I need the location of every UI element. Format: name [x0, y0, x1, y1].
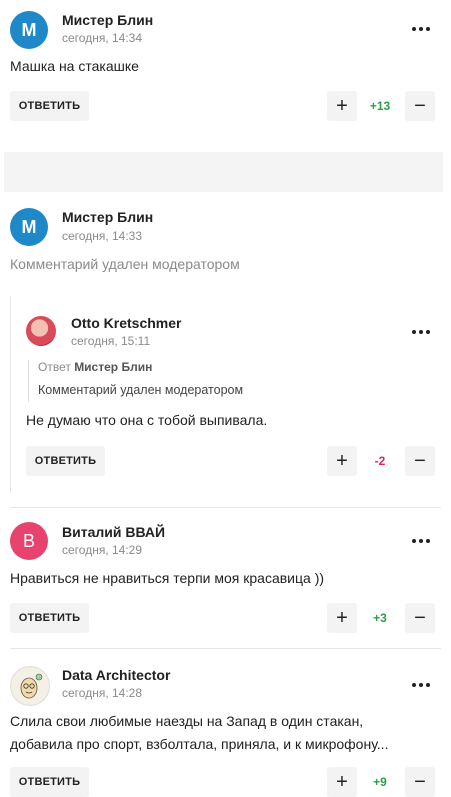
author-name[interactable]: Data Architector — [62, 667, 170, 683]
minus-icon[interactable]: − — [405, 767, 435, 797]
divider — [10, 507, 441, 508]
ad-placeholder — [4, 152, 443, 192]
reply-button[interactable]: ОТВЕТИТЬ — [10, 603, 89, 633]
reply-button[interactable]: ОТВЕТИТЬ — [26, 446, 105, 476]
timestamp: сегодня, 14:33 — [62, 229, 143, 243]
more-dots-icon[interactable] — [412, 26, 430, 32]
avatar[interactable]: M — [10, 208, 48, 246]
author-name[interactable]: Мистер Блин — [62, 12, 153, 28]
more-dots-icon[interactable] — [412, 329, 430, 335]
vote-score: +3 — [373, 611, 387, 625]
plus-icon[interactable]: + — [327, 603, 357, 633]
cartoon-avatar[interactable] — [10, 666, 50, 706]
vote-score: -2 — [374, 454, 386, 468]
vote-score: +9 — [373, 775, 387, 789]
quote-author[interactable]: Ответ Мистер Блин — [38, 360, 152, 374]
reply-button[interactable]: ОТВЕТИТЬ — [10, 91, 89, 121]
timestamp: сегодня, 14:34 — [62, 31, 143, 45]
plus-icon[interactable]: + — [327, 767, 357, 797]
avatar[interactable]: B — [10, 522, 48, 560]
minus-icon[interactable]: − — [405, 91, 435, 121]
timestamp: сегодня, 14:29 — [62, 543, 143, 557]
minus-icon[interactable]: − — [405, 603, 435, 633]
timestamp: сегодня, 15:11 — [71, 334, 151, 348]
more-dots-icon[interactable] — [412, 682, 430, 688]
reply-button[interactable]: ОТВЕТИТЬ — [10, 767, 89, 797]
comment-text: Нравиться не нравиться терпи моя красави… — [10, 570, 325, 586]
comment-text: Комментарий удален модератором — [10, 256, 240, 272]
more-dots-icon[interactable] — [412, 538, 430, 544]
comment-text-line-2: добавила про спорт, взболтала, приняла, … — [10, 736, 389, 752]
quote-bar — [28, 360, 29, 402]
thread-line — [10, 296, 11, 493]
comment-text: Машка на стакашке — [10, 58, 139, 74]
minus-icon[interactable]: − — [405, 446, 435, 476]
plus-icon[interactable]: + — [327, 446, 357, 476]
quote-text: Комментарий удален модератором — [38, 383, 244, 397]
timestamp: сегодня, 14:28 — [62, 686, 143, 700]
divider — [10, 648, 441, 649]
comment-text: Не думаю что она с тобой выпивала. — [26, 412, 268, 428]
plus-icon[interactable]: + — [327, 91, 357, 121]
avatar[interactable]: M — [10, 11, 48, 49]
author-name[interactable]: Виталий ВВАЙ — [62, 524, 165, 540]
cartoon-face-icon — [20, 673, 43, 699]
author-name[interactable]: Otto Kretschmer — [71, 315, 181, 331]
vote-score: +13 — [369, 99, 391, 113]
comment-text-line-1: Слила свои любимые наезды на Запад в оди… — [10, 713, 364, 729]
author-name[interactable]: Мистер Блин — [62, 209, 153, 225]
photo-avatar[interactable] — [26, 316, 56, 346]
